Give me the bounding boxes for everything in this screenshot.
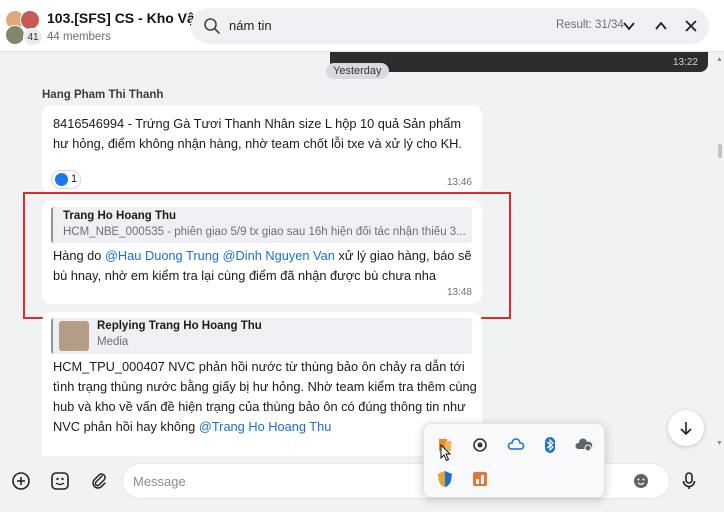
- mouse-cursor-icon: [440, 443, 454, 462]
- message-time: 13:22: [672, 57, 698, 68]
- paperclip-icon: [92, 473, 106, 489]
- scroll-thumb[interactable]: [718, 144, 722, 158]
- media-thumbnail: [59, 321, 89, 351]
- thumbs-up-icon: [55, 173, 68, 186]
- chat-header: 41 103.[SFS] CS - Kho Vận 44 members nám…: [0, 0, 724, 52]
- avatar-count-badge: 41: [23, 28, 43, 46]
- message-list[interactable]: 13:22 Yesterday Hang Pham Thi Thanh 8416…: [0, 52, 712, 456]
- close-icon: [685, 20, 697, 32]
- scroll-down-arrow-icon[interactable]: ▼: [716, 440, 723, 447]
- group-avatar[interactable]: 41: [5, 10, 43, 46]
- next-result-button[interactable]: [617, 14, 641, 38]
- mention-link[interactable]: @Trang Ho Hoang Thu: [199, 419, 332, 434]
- tray-app-icon[interactable]: [471, 470, 489, 488]
- member-avatar: [20, 10, 40, 30]
- scroll-up-arrow-icon[interactable]: ▲: [716, 56, 723, 63]
- system-tray-overflow: [423, 423, 605, 498]
- search-icon: [204, 18, 220, 34]
- attach-button[interactable]: [84, 466, 114, 496]
- chevron-up-icon: [655, 21, 667, 30]
- microphone-icon: [682, 472, 696, 489]
- tray-security-shield-icon[interactable]: [436, 470, 454, 488]
- message-time: 13:46: [446, 177, 472, 188]
- reaction-badge[interactable]: 1: [51, 170, 81, 189]
- scroll-to-bottom-button[interactable]: [668, 410, 704, 446]
- arrow-down-icon: [680, 422, 692, 436]
- message-bubble[interactable]: 8416546994 - Trứng Gà Tươi Thanh Nhân si…: [42, 105, 482, 193]
- add-button[interactable]: [6, 466, 36, 496]
- message-bubble[interactable]: Replying Trang Ho Hoang Thu Media HCM_TP…: [42, 312, 482, 456]
- sticker-button[interactable]: [45, 466, 75, 496]
- message-text: HCM_TPU_000407 NVC phản hồi nước từ thùn…: [53, 357, 478, 437]
- sticker-icon: [51, 472, 69, 490]
- message-placeholder: Message: [133, 474, 186, 489]
- message-text: 8416546994 - Trứng Gà Tươi Thanh Nhân si…: [53, 116, 462, 151]
- tray-onedrive-icon[interactable]: [575, 436, 593, 454]
- member-avatar: [5, 25, 25, 45]
- tray-bluetooth-icon[interactable]: [541, 436, 559, 454]
- scrollbar[interactable]: ▲ ▼: [716, 52, 724, 456]
- member-count[interactable]: 44 members: [47, 31, 111, 43]
- sender-name[interactable]: Hang Pham Thi Thanh: [42, 89, 163, 101]
- chevron-down-icon: [623, 22, 635, 31]
- previous-result-button[interactable]: [649, 14, 673, 38]
- reply-preview[interactable]: Replying Trang Ho Hoang Thu Media: [51, 318, 472, 354]
- reply-type: Media: [97, 336, 129, 348]
- reply-label: Replying Trang Ho Hoang Thu: [97, 320, 262, 332]
- highlight-annotation: [23, 192, 511, 319]
- message-search-bar: nám tin Result: 31/34: [191, 8, 709, 44]
- tray-headset-icon[interactable]: [471, 436, 489, 454]
- plus-circle-icon: [12, 472, 30, 490]
- voice-button[interactable]: [674, 466, 704, 496]
- close-search-button[interactable]: [679, 14, 703, 38]
- emoji-button[interactable]: [626, 466, 656, 496]
- group-title[interactable]: 103.[SFS] CS - Kho Vận: [47, 10, 203, 26]
- search-result-count: Result: 31/34: [556, 19, 624, 31]
- emoji-icon: [634, 474, 648, 488]
- reaction-count: 1: [71, 173, 78, 185]
- composer: Message: [0, 456, 724, 512]
- search-input[interactable]: nám tin: [229, 18, 272, 33]
- date-separator: Yesterday: [326, 63, 389, 79]
- tray-cloud-icon[interactable]: [507, 436, 525, 454]
